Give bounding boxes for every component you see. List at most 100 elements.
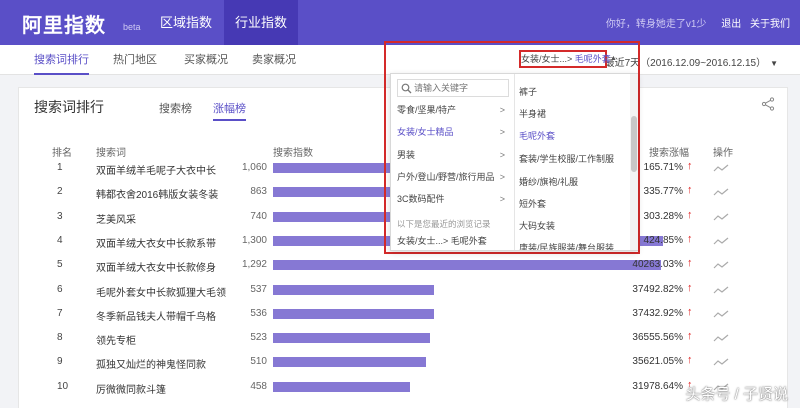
tab-hot-regions[interactable]: 热门地区 <box>113 45 157 75</box>
chevron-right-icon: > <box>499 194 505 204</box>
keyword-cell[interactable]: 双面羊绒羊毛呢子大衣中长 <box>96 162 216 177</box>
keyword-cell[interactable]: 冬季新品钱夫人带帽千鸟格 <box>96 308 216 323</box>
greeting-text: 你好，转身她走了v1少 <box>605 19 707 30</box>
category-label: 3C数码配件 <box>397 194 445 204</box>
selector-caret-icon[interactable]: ▲ <box>610 55 617 62</box>
category-selector[interactable]: 女装/女士...> 毛呢外套 <box>519 50 611 68</box>
rank-cell: 8 <box>57 332 63 344</box>
subcategory-item-wedding-dress[interactable]: 婚纱/旗袍/礼服 <box>519 175 629 188</box>
growth-cell: 40263.03% <box>632 259 683 271</box>
category-label: 女装/女士精品 <box>397 127 454 137</box>
index-value-cell: 458 <box>250 380 267 392</box>
category-path: 女装/女士... <box>521 54 568 64</box>
category-search[interactable] <box>397 79 509 97</box>
rank-cell: 9 <box>57 356 63 368</box>
keyword-cell[interactable]: 孤独又灿烂的神鬼怪同款 <box>96 356 206 371</box>
index-bar <box>273 308 434 319</box>
up-arrow-icon: ↑ <box>687 330 693 343</box>
keyword-cell[interactable]: 芝美风采 <box>96 211 136 226</box>
trend-chart-icon[interactable] <box>713 260 729 270</box>
subcategory-item-skirt[interactable]: 半身裙 <box>519 107 629 120</box>
category-item-3c-accessories[interactable]: 3C数码配件 > <box>397 189 511 209</box>
card-title: 搜索词排行 <box>34 99 104 115</box>
chevron-right-icon: > <box>499 150 505 160</box>
nav-tab-industry-index[interactable]: 行业指数 <box>224 0 298 45</box>
rank-cell: 6 <box>57 283 63 295</box>
tab-search-ranking[interactable]: 搜索词排行 <box>34 45 89 75</box>
category-search-input[interactable] <box>414 81 506 95</box>
up-arrow-icon: ↑ <box>687 281 693 294</box>
brand-logo[interactable]: 阿里指数 <box>22 9 106 38</box>
category-item-womenswear[interactable]: 女装/女士精品 > <box>397 122 511 142</box>
caret-down-icon: ▼ <box>770 59 778 68</box>
trend-chart-icon[interactable] <box>713 333 729 343</box>
user-menu: 你好，转身她走了v1少 退出 关于我们 <box>606 15 790 30</box>
subcategory-scrollbar[interactable] <box>630 74 638 250</box>
up-arrow-icon: ↑ <box>687 160 693 172</box>
keyword-cell[interactable]: 领先专柜 <box>96 332 136 347</box>
recent-history-item[interactable]: 女装/女士...> 毛呢外套 <box>397 234 487 247</box>
tab-seller-overview[interactable]: 卖家概况 <box>252 45 296 75</box>
category-label: 零食/坚果/特产 <box>397 105 457 115</box>
subcategory-item-pants[interactable]: 裤子 <box>519 85 629 98</box>
trend-chart-icon[interactable] <box>713 285 729 295</box>
beta-badge: beta <box>123 22 141 32</box>
index-value-cell: 510 <box>250 356 267 368</box>
growth-cell: 35621.05% <box>632 356 683 368</box>
table-row: 5 双面羊绒大衣女中长款修身 1,292 40263.03% ↑ <box>19 254 789 278</box>
logout-link[interactable]: 退出 <box>721 19 741 30</box>
growth-cell: 36555.56% <box>632 332 683 344</box>
trend-chart-icon[interactable] <box>713 212 729 222</box>
category-dropdown: 零食/坚果/特产 > 女装/女士精品 > 男装 > 户外/登山/野营/旅行用品 > 3C… <box>390 73 638 251</box>
rank-cell: 7 <box>57 307 63 319</box>
chevron-right-icon: > <box>499 172 505 182</box>
growth-cell: 37492.82% <box>632 283 683 295</box>
index-value-cell: 740 <box>250 210 267 222</box>
index-value-cell: 1,300 <box>241 234 267 246</box>
keyword-cell[interactable]: 厉微微同款斗篷 <box>96 381 166 396</box>
trend-chart-icon[interactable] <box>713 187 729 197</box>
subcategory-item-wool-coat[interactable]: 毛呢外套 <box>519 129 629 142</box>
chevron-right-icon: > <box>499 127 505 137</box>
growth-cell: 31978.64% <box>632 380 683 392</box>
share-icon[interactable] <box>761 97 775 111</box>
rank-cell: 2 <box>57 186 63 198</box>
category-item-menswear[interactable]: 男装 > <box>397 145 511 165</box>
category-separator: > <box>567 54 573 64</box>
trend-chart-icon[interactable] <box>713 357 729 367</box>
index-bar <box>273 381 410 392</box>
keyword-cell[interactable]: 双面羊绒大衣女中长款系带 <box>96 235 216 250</box>
tab-search-list[interactable]: 搜索榜 <box>159 100 192 116</box>
tab-buyer-overview[interactable]: 买家概况 <box>184 45 228 75</box>
keyword-cell[interactable]: 韩都衣舍2016韩版女装冬装 <box>96 186 218 201</box>
up-arrow-icon: ↑ <box>687 232 693 245</box>
keyword-cell[interactable]: 双面羊绒大衣女中长款修身 <box>96 259 216 274</box>
subcategory-item-ethnic-wear[interactable]: 唐装/民族服装/舞台服装 <box>519 241 629 250</box>
top-bar: 阿里指数 beta 区域指数 行业指数 你好，转身她走了v1少 退出 关于我们 <box>0 0 800 45</box>
nav-tab-region-index[interactable]: 区域指数 <box>148 0 224 45</box>
rank-cell: 5 <box>57 259 63 271</box>
selected-category: 毛呢外套 <box>574 54 611 64</box>
growth-cell: 37432.92% <box>632 307 683 319</box>
category-item-snacks[interactable]: 零食/坚果/特产 > <box>397 100 511 120</box>
up-arrow-icon: ↑ <box>687 208 693 221</box>
subcategory-item-plus-size[interactable]: 大码女装 <box>519 219 629 232</box>
rank-cell: 1 <box>57 162 63 173</box>
search-icon <box>401 83 412 94</box>
index-bar <box>273 333 430 344</box>
rank-cell: 10 <box>57 380 69 392</box>
trend-chart-icon[interactable] <box>713 309 729 319</box>
index-value-cell: 863 <box>250 186 267 198</box>
about-link[interactable]: 关于我们 <box>750 19 790 30</box>
subcategory-item-short-jacket[interactable]: 短外套 <box>519 197 629 210</box>
category-item-outdoor[interactable]: 户外/登山/野营/旅行用品 > <box>397 167 511 187</box>
trend-chart-icon[interactable] <box>713 163 729 173</box>
subcategory-item-uniforms[interactable]: 套装/学生校服/工作制服 <box>519 152 629 165</box>
index-value-cell: 537 <box>250 283 267 295</box>
tab-growth-list[interactable]: 涨幅榜 <box>213 100 246 121</box>
index-value-cell: 1,292 <box>241 259 267 271</box>
scrollbar-thumb[interactable] <box>631 116 637 172</box>
trend-chart-icon[interactable] <box>713 236 729 246</box>
keyword-cell[interactable]: 毛呢外套女中长款狐狸大毛领 <box>96 284 226 299</box>
table-row: 10 厉微微同款斗篷 458 31978.64% ↑ <box>19 376 789 400</box>
